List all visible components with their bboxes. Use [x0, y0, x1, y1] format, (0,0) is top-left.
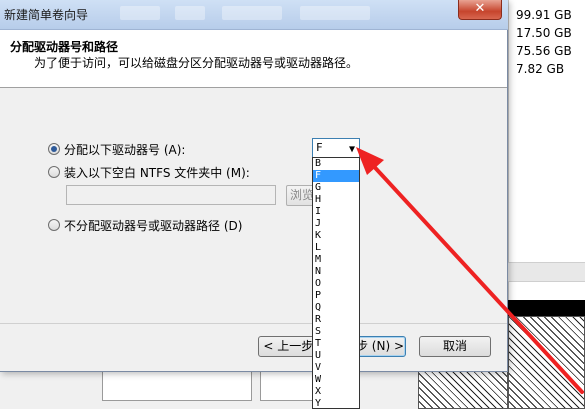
disk-size-item: 99.91 GB [516, 8, 572, 22]
title-bar-glass-reflection [222, 6, 282, 20]
no-assign-radio[interactable] [48, 219, 60, 231]
drive-letter-option[interactable]: B [313, 158, 359, 170]
drive-letter-option[interactable]: G [313, 182, 359, 194]
wizard-header: 分配驱动器号和路径 为了便于访问，可以给磁盘分区分配驱动器号或驱动器路径。 [0, 30, 507, 88]
close-button[interactable]: ✕ [458, 0, 502, 20]
footer-divider [0, 323, 507, 324]
drive-letter-option[interactable]: W [313, 374, 359, 386]
drive-letter-option[interactable]: O [313, 278, 359, 290]
browse-label: 浏览 [290, 188, 314, 202]
drive-letter-option[interactable]: N [313, 266, 359, 278]
page-subtitle: 为了便于访问，可以给磁盘分区分配驱动器号或驱动器路径。 [34, 56, 359, 70]
assign-letter-radio[interactable] [48, 143, 60, 155]
no-assign-option[interactable]: 不分配驱动器号或驱动器路径 (D) [48, 217, 242, 233]
drive-letter-option[interactable]: Y [313, 398, 359, 408]
drive-letter-value: F [316, 141, 323, 154]
drive-letter-option[interactable]: M [313, 254, 359, 266]
mount-folder-label: 装入以下空白 NTFS 文件夹中 (M): [64, 165, 250, 180]
drive-letter-option[interactable]: F [313, 170, 359, 182]
drive-letter-option[interactable]: Q [313, 302, 359, 314]
disk-size-list: 99.91 GB 17.50 GB 75.56 GB 7.82 GB [514, 6, 580, 78]
title-bar-glass-reflection [300, 6, 370, 20]
unallocated-partition-block[interactable] [508, 316, 585, 409]
window-title: 新建简单卷向导 [4, 8, 89, 22]
desktop-scene: 99.91 GB 17.50 GB 75.56 GB 7.82 GB 新建简单卷… [0, 0, 585, 409]
drive-letter-option[interactable]: H [313, 194, 359, 206]
no-assign-label: 不分配驱动器号或驱动器路径 (D) [64, 218, 243, 233]
partition-block[interactable] [102, 368, 252, 401]
disk-size-item: 7.82 GB [516, 62, 565, 76]
mount-folder-option[interactable]: 装入以下空白 NTFS 文件夹中 (M): [48, 164, 250, 180]
drive-letter-option[interactable]: S [313, 326, 359, 338]
drive-letter-option[interactable]: P [313, 290, 359, 302]
new-simple-volume-wizard: 新建简单卷向导 ✕ 分配驱动器号和路径 为了便于访问，可以给磁盘分区分配驱动器号… [0, 0, 508, 372]
disk-list-scrollbar[interactable] [508, 262, 585, 282]
cancel-button[interactable]: 取消 [419, 336, 491, 357]
close-icon: ✕ [474, 1, 486, 16]
drive-letter-option[interactable]: X [313, 386, 359, 398]
folder-path-input[interactable] [66, 185, 276, 205]
drive-letter-dropdown[interactable]: BFGHIJKLMNOPQRSTUVWXY [312, 157, 360, 409]
browse-button[interactable]: 浏览 [286, 185, 314, 206]
partition-header-bar [508, 300, 585, 316]
disk-size-item: 17.50 GB [516, 26, 572, 40]
drive-letter-option[interactable]: I [313, 206, 359, 218]
title-bar[interactable]: 新建简单卷向导 ✕ [0, 0, 508, 30]
assign-letter-label: 分配以下驱动器号 (A): [64, 142, 186, 157]
disk-size-item: 75.56 GB [516, 44, 572, 58]
drive-letter-option[interactable]: R [313, 314, 359, 326]
drive-letter-select[interactable]: F ▼ [312, 138, 360, 158]
drive-letter-option[interactable]: J [313, 218, 359, 230]
drive-letter-option[interactable]: V [313, 362, 359, 374]
drive-letter-option[interactable]: L [313, 242, 359, 254]
unallocated-partition-block[interactable] [418, 368, 508, 409]
mount-folder-radio[interactable] [48, 166, 60, 178]
title-bar-glass-reflection [120, 6, 160, 20]
title-bar-glass-reflection [175, 6, 205, 20]
drive-letter-option[interactable]: K [313, 230, 359, 242]
drive-letter-option[interactable]: T [313, 338, 359, 350]
drive-letter-option[interactable]: U [313, 350, 359, 362]
assign-letter-option[interactable]: 分配以下驱动器号 (A): [48, 141, 185, 157]
page-title: 分配驱动器号和路径 [10, 40, 119, 54]
